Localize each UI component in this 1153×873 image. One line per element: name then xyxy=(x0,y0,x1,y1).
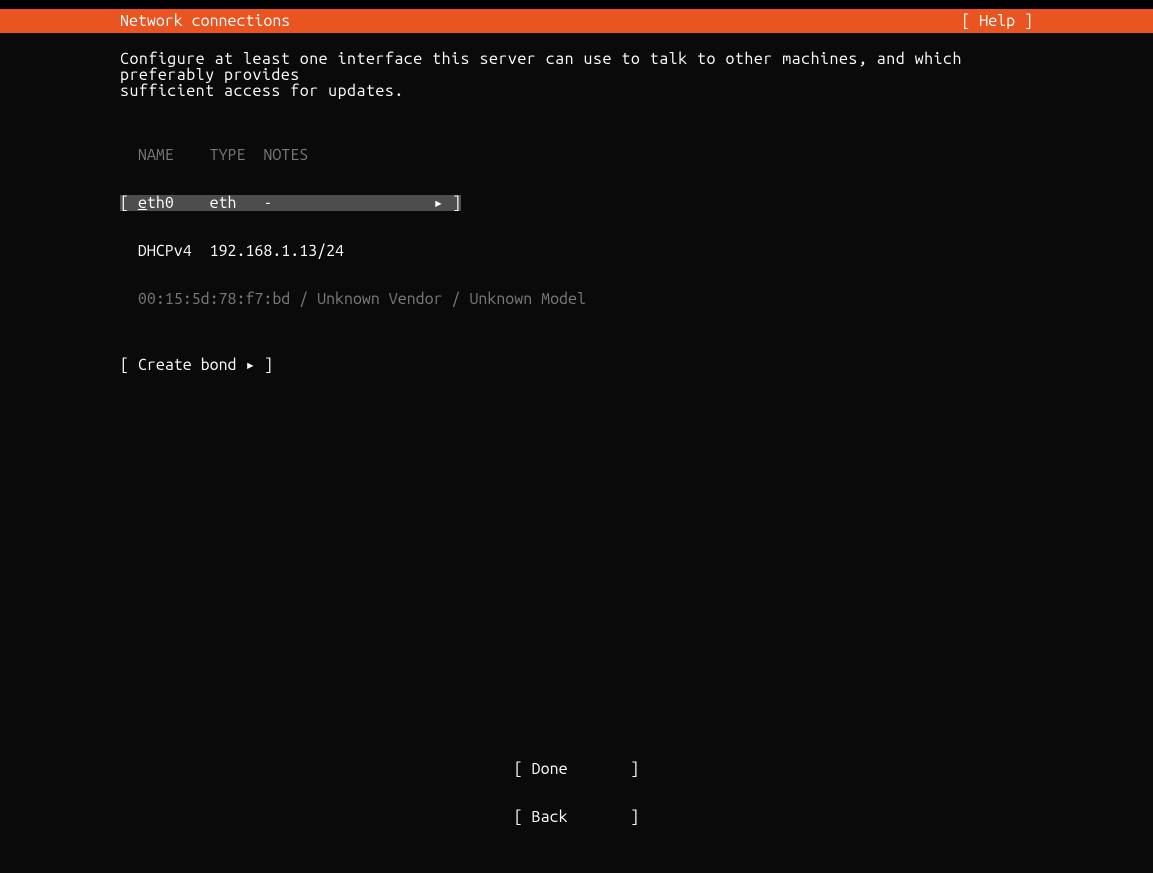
main-content: Configure at least one interface this se… xyxy=(0,33,1153,374)
top-bar: Network connections [ Help ] xyxy=(0,9,1153,33)
col-type: TYPE xyxy=(210,146,246,164)
screen-title: Network connections xyxy=(120,9,290,33)
close-bracket: ] xyxy=(452,194,461,212)
done-button[interactable]: [ Done ] xyxy=(0,761,1153,777)
description-text: Configure at least one interface this se… xyxy=(120,51,1033,99)
iface-type: eth xyxy=(210,194,237,212)
footer-buttons: [ Done ] [ Back ] xyxy=(0,729,1153,857)
col-name: NAME xyxy=(138,146,174,164)
dhcp-label: DHCPv4 xyxy=(138,242,192,260)
installer-screen: Network connections [ Help ] Configure a… xyxy=(0,9,1153,873)
column-headers: NAME TYPE NOTES xyxy=(120,147,1033,163)
close-bracket: ] xyxy=(264,356,273,374)
interface-hardware-info: 00:15:5d:78:f7:bd / Unknown Vendor / Unk… xyxy=(120,291,1033,307)
iface-name-rest: th0 xyxy=(147,194,174,212)
open-bracket: [ xyxy=(120,194,129,212)
help-button[interactable]: [ Help ] xyxy=(961,9,1033,33)
chevron-right-icon: ▸ xyxy=(434,195,444,211)
create-bond-label: Create bond xyxy=(138,356,237,374)
create-bond-button[interactable]: [ Create bond ▸ ] xyxy=(120,355,1033,374)
iface-name-key: e xyxy=(138,194,147,212)
interface-table: NAME TYPE NOTES [ eth0 eth - ▸ ] DHCPv4 … xyxy=(120,115,1033,339)
chevron-right-icon: ▸ xyxy=(245,355,255,374)
col-notes: NOTES xyxy=(263,146,308,164)
back-button[interactable]: [ Back ] xyxy=(0,809,1153,825)
open-bracket: [ xyxy=(120,356,129,374)
dhcp-address: 192.168.1.13/24 xyxy=(210,242,344,260)
interface-detail-dhcp: DHCPv4 192.168.1.13/24 xyxy=(120,243,1033,259)
interface-row[interactable]: [ eth0 eth - ▸ ] xyxy=(120,195,1033,211)
hw-text: 00:15:5d:78:f7:bd / Unknown Vendor / Unk… xyxy=(138,290,586,308)
